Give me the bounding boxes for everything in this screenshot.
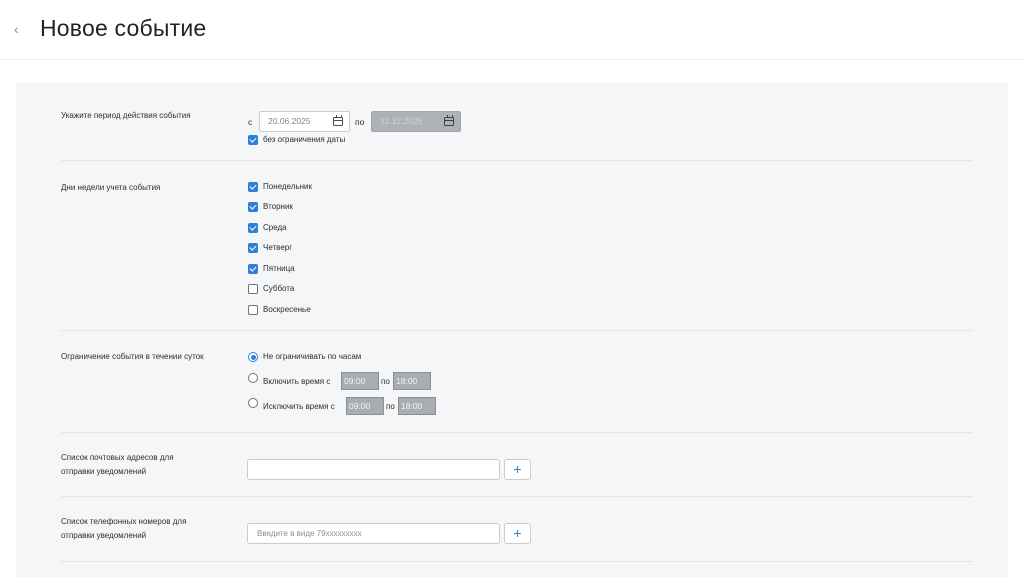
exclude-time-to-label: по bbox=[386, 402, 395, 411]
page-title: Новое событие bbox=[40, 15, 207, 41]
phones-label: Список телефонных номеров для отправки у… bbox=[61, 515, 211, 543]
no-date-limit-label: без ограничения даты bbox=[263, 135, 346, 144]
weekday-checkbox-saturday[interactable] bbox=[248, 284, 258, 294]
weekday-checkbox-thursday[interactable] bbox=[248, 243, 258, 253]
include-time-to-label: по bbox=[381, 377, 390, 386]
emails-label-line1: Список почтовых адресов для bbox=[61, 453, 174, 462]
radio-include-time-label: Включить время с bbox=[263, 377, 331, 386]
weekdays-label: Дни недели учета события bbox=[61, 183, 161, 192]
weekday-label-wednesday: Среда bbox=[263, 223, 287, 232]
period-label: Укажите период действия события bbox=[61, 111, 191, 120]
page-header: ‹ Новое событие bbox=[0, 0, 1024, 60]
weekday-label-tuesday: Вторник bbox=[263, 202, 293, 211]
from-label: с bbox=[248, 117, 253, 127]
add-email-button[interactable]: + bbox=[504, 459, 531, 480]
emails-label: Список почтовых адресов для отправки уве… bbox=[61, 451, 211, 479]
weekday-checkbox-monday[interactable] bbox=[248, 182, 258, 192]
radio-include-time[interactable] bbox=[248, 373, 258, 383]
weekday-checkbox-tuesday[interactable] bbox=[248, 202, 258, 212]
phones-input[interactable] bbox=[247, 523, 500, 544]
date-to-input[interactable]: 31.12.2025 bbox=[371, 111, 461, 132]
add-phone-button[interactable]: + bbox=[504, 523, 531, 544]
date-to-value: 31.12.2025 bbox=[380, 116, 423, 126]
phones-row: Список телефонных номеров для отправки у… bbox=[61, 497, 973, 562]
phones-label-line1: Список телефонных номеров для bbox=[61, 517, 187, 526]
emails-label-line2: отправки уведомлений bbox=[61, 467, 147, 476]
weekday-label-sunday: Воскресенье bbox=[263, 305, 311, 314]
daily-limit-label: Ограничение события в течении суток bbox=[61, 352, 204, 361]
emails-row: Список почтовых адресов для отправки уве… bbox=[61, 433, 973, 497]
back-chevron-icon[interactable]: ‹ bbox=[14, 22, 19, 36]
weekdays-row: Дни недели учета события Понедельник Вто… bbox=[61, 161, 973, 331]
date-from-value: 20.06.2025 bbox=[268, 116, 311, 126]
date-from-input[interactable]: 20.06.2025 bbox=[259, 111, 350, 132]
weekday-checkbox-sunday[interactable] bbox=[248, 305, 258, 315]
to-label: по bbox=[355, 117, 365, 127]
radio-no-hour-limit-label: Не ограничивать по часам bbox=[263, 352, 362, 361]
weekday-label-thursday: Четверг bbox=[263, 243, 293, 252]
weekday-label-friday: Пятница bbox=[263, 264, 295, 273]
calendar-icon[interactable] bbox=[333, 114, 343, 126]
emails-input[interactable] bbox=[247, 459, 500, 480]
weekday-checkbox-friday[interactable] bbox=[248, 264, 258, 274]
weekday-label-monday: Понедельник bbox=[263, 182, 312, 191]
weekday-checkbox-wednesday[interactable] bbox=[248, 223, 258, 233]
radio-exclude-time[interactable] bbox=[248, 398, 258, 408]
exclude-time-from[interactable]: 09:00 bbox=[346, 397, 384, 415]
calendar-icon[interactable] bbox=[444, 114, 454, 126]
event-form-panel: Укажите период действия события с 20.06.… bbox=[16, 83, 1008, 577]
radio-no-hour-limit[interactable] bbox=[248, 352, 258, 362]
exclude-time-to[interactable]: 18:00 bbox=[398, 397, 436, 415]
phones-label-line2: отправки уведомлений bbox=[61, 531, 147, 540]
daily-limit-row: Ограничение события в течении суток Не о… bbox=[61, 331, 973, 433]
period-row: Укажите период действия события с 20.06.… bbox=[61, 83, 973, 161]
radio-exclude-time-label: Исключить время с bbox=[263, 402, 335, 411]
no-date-limit-checkbox[interactable] bbox=[248, 135, 258, 145]
include-time-from[interactable]: 09:00 bbox=[341, 372, 379, 390]
weekday-label-saturday: Суббота bbox=[263, 284, 295, 293]
include-time-to[interactable]: 18:00 bbox=[393, 372, 431, 390]
